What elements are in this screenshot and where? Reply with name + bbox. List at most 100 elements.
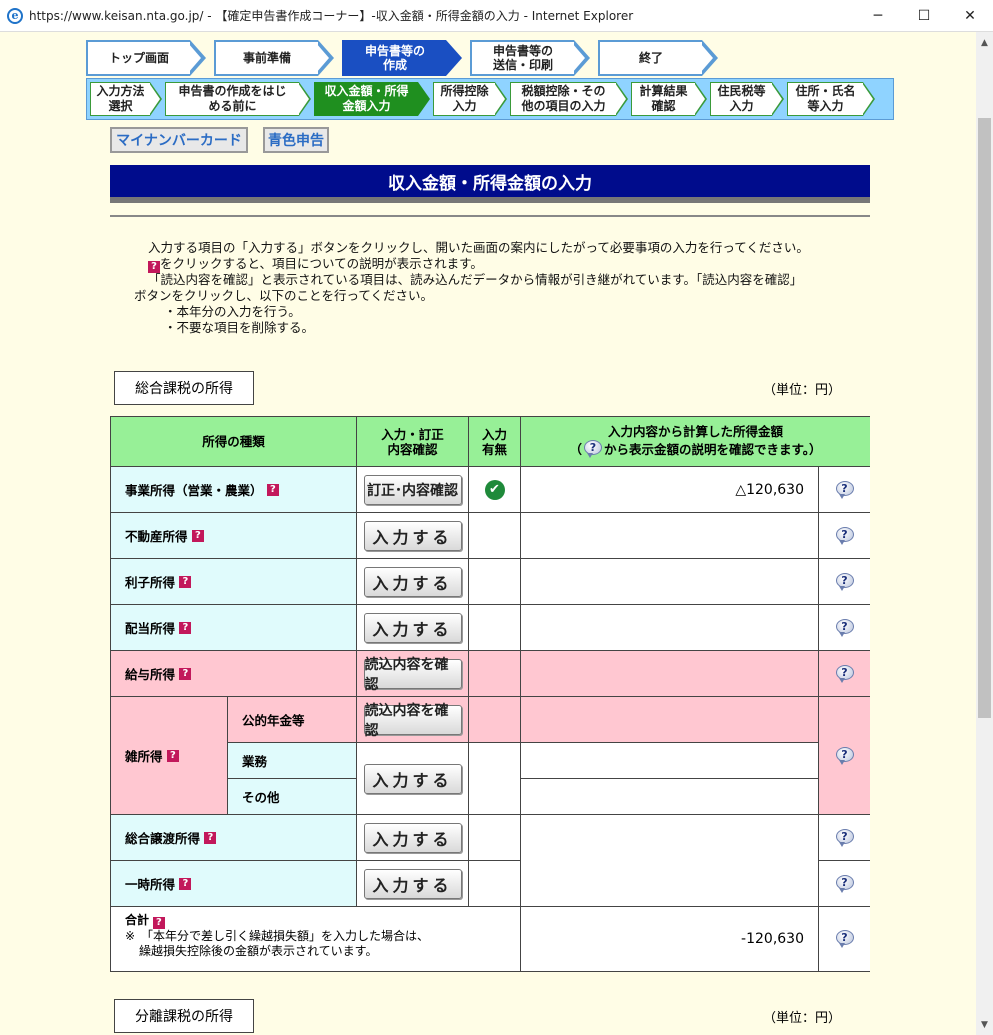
row-interest-amount <box>521 559 819 605</box>
divider <box>110 215 870 217</box>
enter-button[interactable]: 入力する <box>363 763 462 794</box>
substep-label: 選択 <box>108 99 133 113</box>
instruction-line: ボタンをクリックし、以下のことを行ってください。 <box>134 288 434 303</box>
instruction-line: ? をクリックすると、項目についての説明が表示されます。 <box>148 256 483 273</box>
internet-explorer-icon: e <box>7 7 23 24</box>
row-business-status: ✔ <box>469 467 521 513</box>
header-text: 入力 <box>481 426 507 442</box>
instruction-text: をクリックすると、項目についての説明が表示されます。 <box>160 256 483 271</box>
help-question-icon[interactable]: ? <box>266 483 279 496</box>
step-send-print[interactable]: 申告書等の 送信・印刷 <box>470 40 590 76</box>
help-question-icon[interactable]: ? <box>166 749 179 762</box>
substep-input-method[interactable]: 入力方法 選択 <box>90 82 162 116</box>
instruction-line: ・本年分の入力を行う。 <box>164 304 301 319</box>
confirm-loaded-button[interactable]: 読込内容を確認 <box>363 703 462 739</box>
instruction-line: 入力する項目の「入力する」ボタンをクリックし、開いた画面の案内にしたがって必要事… <box>148 240 809 255</box>
help-question-icon[interactable]: ? <box>179 621 192 634</box>
enter-button[interactable]: 入力する <box>363 612 462 643</box>
correct-confirm-button[interactable]: 訂正･内容確認 <box>363 474 462 505</box>
enter-button[interactable]: 入力する <box>363 566 462 597</box>
substep-resident-tax[interactable]: 住民税等 入力 <box>710 82 784 116</box>
row-business-amount: △120,630 <box>521 467 819 513</box>
mynumber-card-button[interactable]: マイナンバーカード <box>110 127 248 153</box>
row-total-amount: -120,630 <box>521 907 819 971</box>
step-create[interactable]: 申告書等の 作成 <box>342 40 462 76</box>
help-bubble-icon[interactable]: ? <box>834 746 856 766</box>
substep-before-start[interactable]: 申告書の作成をはじ める前に <box>165 82 311 116</box>
substep-tax-credits[interactable]: 税額控除・その 他の項目の入力 <box>510 82 628 116</box>
help-bubble-icon[interactable]: ? <box>834 664 856 684</box>
help-bubble-icon[interactable]: ? <box>834 874 856 894</box>
enter-button[interactable]: 入力する <box>363 868 462 899</box>
row-business-entry: 訂正･内容確認 <box>357 467 469 513</box>
step-end[interactable]: 終了 <box>598 40 718 76</box>
substep-results[interactable]: 計算結果 確認 <box>631 82 707 116</box>
help-question-icon[interactable]: ? <box>191 529 204 542</box>
help-bubble-icon[interactable]: ? <box>834 929 856 949</box>
misc-pension-entry: 読込内容を確認 <box>357 697 469 743</box>
row-temporary-label: 一時所得 ? <box>111 861 357 907</box>
row-label-text: 雑所得 <box>125 749 163 764</box>
misc-work-amount <box>521 743 819 779</box>
page-viewport: トップ画面 事前準備 申告書等の 作成 申告書等の 送信・印刷 終了 入力方法 選択 … <box>0 32 976 1035</box>
step-label: 申告書等の <box>492 44 553 58</box>
help-question-icon[interactable]: ? <box>152 917 165 929</box>
row-label-text: 総合譲渡所得 <box>125 831 201 846</box>
maximize-button[interactable]: ☐ <box>901 0 947 32</box>
help-bubble-icon[interactable]: ? <box>834 526 856 546</box>
substep-label: 税額控除・その <box>521 84 606 98</box>
section-separate-income: 分離課税の所得 <box>114 999 254 1033</box>
row-transfer-status <box>469 815 521 861</box>
scroll-up-icon[interactable]: ▲ <box>976 34 993 51</box>
substep-label: 申告書の作成をはじ <box>178 84 287 98</box>
help-bubble-icon[interactable]: ? <box>834 480 856 500</box>
step-label: 事前準備 <box>242 51 291 65</box>
substep-income-entry[interactable]: 収入金額・所得 金額入力 <box>314 82 430 116</box>
help-bubble-icon[interactable]: ? <box>834 618 856 638</box>
help-question-icon[interactable]: ? <box>179 667 192 680</box>
step-label: 終了 <box>638 51 663 65</box>
substep-label: 住民税等 <box>717 84 766 98</box>
misc-pension-status <box>469 697 521 743</box>
substep-label: 所得控除 <box>440 84 489 98</box>
section-general-income: 総合課税の所得 <box>114 371 254 405</box>
step-preparation[interactable]: 事前準備 <box>214 40 334 76</box>
substep-label: 等入力 <box>807 99 844 113</box>
row-total-help: ? <box>819 907 870 971</box>
scroll-down-icon[interactable]: ▼ <box>976 1016 993 1033</box>
row-temporary-entry: 入力する <box>357 861 469 907</box>
enter-button[interactable]: 入力する <box>363 822 462 853</box>
enter-button[interactable]: 入力する <box>363 520 462 551</box>
row-interest-entry: 入力する <box>357 559 469 605</box>
step-top[interactable]: トップ画面 <box>86 40 206 76</box>
vertical-scrollbar[interactable]: ▲ ▼ <box>976 32 993 1035</box>
close-button[interactable]: ✕ <box>947 0 993 32</box>
row-dividend-entry: 入力する <box>357 605 469 651</box>
header-text: から表示金額の説明を確認できます。） <box>604 442 822 457</box>
instruction-line: 「読込内容を確認」と表示されている項目は、読み込んだデータから情報が引き継がれて… <box>148 272 803 287</box>
substep-label: める前に <box>208 99 257 113</box>
row-real-estate-label: 不動産所得 ? <box>111 513 357 559</box>
row-label-text: 合計 <box>125 913 150 927</box>
row-transfer-help: ? <box>819 815 870 861</box>
scrollbar-thumb[interactable] <box>978 118 991 718</box>
minimize-button[interactable]: ─ <box>855 0 901 32</box>
misc-pension-amount <box>521 697 819 743</box>
substep-deductions[interactable]: 所得控除 入力 <box>433 82 507 116</box>
confirm-loaded-button[interactable]: 読込内容を確認 <box>363 657 462 693</box>
row-temporary-status <box>469 861 521 907</box>
window-title: https://www.keisan.nta.go.jp/ - 【確定申告書作成… <box>29 9 634 23</box>
help-bubble-icon[interactable]: ? <box>834 828 856 848</box>
help-bubble-icon[interactable]: ? <box>834 572 856 592</box>
substep-label: 入力方法 <box>96 84 145 98</box>
row-interest-help: ? <box>819 559 870 605</box>
help-question-icon[interactable]: ? <box>204 831 217 844</box>
substep-address-name[interactable]: 住所・氏名 等入力 <box>787 82 875 116</box>
help-question-icon[interactable]: ? <box>179 877 192 890</box>
misc-status <box>469 743 521 815</box>
row-dividend-help: ? <box>819 605 870 651</box>
blue-return-button[interactable]: 青色申告 <box>263 127 329 153</box>
help-question-icon[interactable]: ? <box>179 575 192 588</box>
row-dividend-amount <box>521 605 819 651</box>
substep-label: 住所・氏名 <box>795 84 856 98</box>
